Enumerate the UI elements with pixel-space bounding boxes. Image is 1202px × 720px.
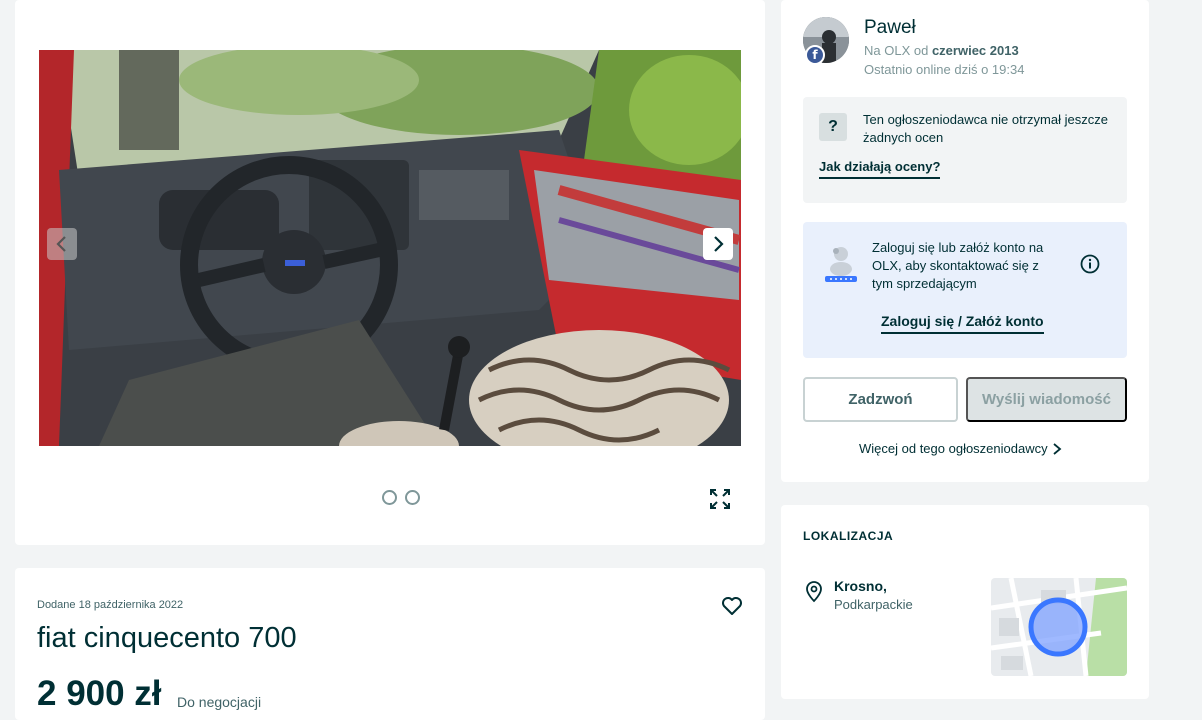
chevron-left-icon: [56, 236, 66, 252]
pagination-dot[interactable]: [382, 490, 397, 505]
listing-details: Dodane 18 października 2022 fiat cinquec…: [15, 568, 765, 720]
expand-icon: [710, 489, 730, 509]
seller-name[interactable]: Paweł: [864, 17, 916, 39]
ratings-message: Ten ogłoszeniodawca nie otrzymał jeszcze…: [863, 112, 1108, 145]
member-since: Na OLX od czerwiec 2013: [864, 43, 1019, 58]
listing-price: 2 900 zł: [37, 674, 162, 713]
heart-icon: [722, 597, 742, 615]
info-icon[interactable]: [1080, 254, 1100, 274]
question-icon: ?: [819, 113, 847, 141]
previous-photo-button[interactable]: [47, 228, 77, 260]
photo-gallery: [15, 0, 765, 545]
location-region: Podkarpackie: [834, 597, 913, 612]
facebook-icon: f: [805, 45, 825, 65]
location-card: LOKALIZACJA Krosno, Podkarpackie: [781, 505, 1149, 699]
pagination-dot[interactable]: [405, 490, 420, 505]
favorite-button[interactable]: [720, 594, 744, 618]
car-interior-image: [39, 50, 741, 446]
seller-card: f Paweł Na OLX od czerwiec 2013 Ostatnio…: [781, 0, 1149, 482]
location-header: LOKALIZACJA: [803, 529, 894, 543]
login-register-link[interactable]: Zaloguj się / Załóż konto: [881, 313, 1044, 334]
more-from-seller-label: Więcej od tego ogłoszeniodawcy: [859, 441, 1048, 456]
last-online: Ostatnio online dziś o 19:34: [864, 62, 1025, 77]
listing-title: fiat cinquecento 700: [37, 622, 297, 654]
chevron-right-icon: [1053, 442, 1062, 455]
how-ratings-work-link[interactable]: Jak działają oceny?: [819, 159, 941, 179]
listing-photo[interactable]: [39, 50, 741, 446]
send-message-button[interactable]: Wyślij wiadomość: [966, 377, 1127, 422]
added-date: Dodane 18 października 2022: [37, 599, 184, 611]
login-prompt-box: Zaloguj się lub załóż konto na OLX, aby …: [803, 222, 1127, 358]
location-city: Krosno,: [834, 578, 887, 594]
photo-pagination: [382, 490, 420, 505]
next-photo-button[interactable]: [703, 228, 733, 260]
more-from-seller-link[interactable]: Więcej od tego ogłoszeniodawcy: [859, 441, 1062, 456]
negotiable-label: Do negocjacji: [177, 694, 262, 710]
fullscreen-button[interactable]: [705, 484, 735, 514]
call-button[interactable]: Zadzwoń: [803, 377, 958, 422]
location-map[interactable]: [991, 578, 1127, 676]
map-image: [991, 578, 1127, 676]
chevron-right-icon: [714, 236, 724, 252]
ratings-box: ? Ten ogłoszeniodawca nie otrzymał jeszc…: [803, 97, 1127, 203]
user-card-icon: [825, 247, 857, 282]
location-pin-icon: [806, 581, 822, 603]
login-message: Zaloguj się lub załóż konto na OLX, aby …: [872, 240, 1044, 291]
